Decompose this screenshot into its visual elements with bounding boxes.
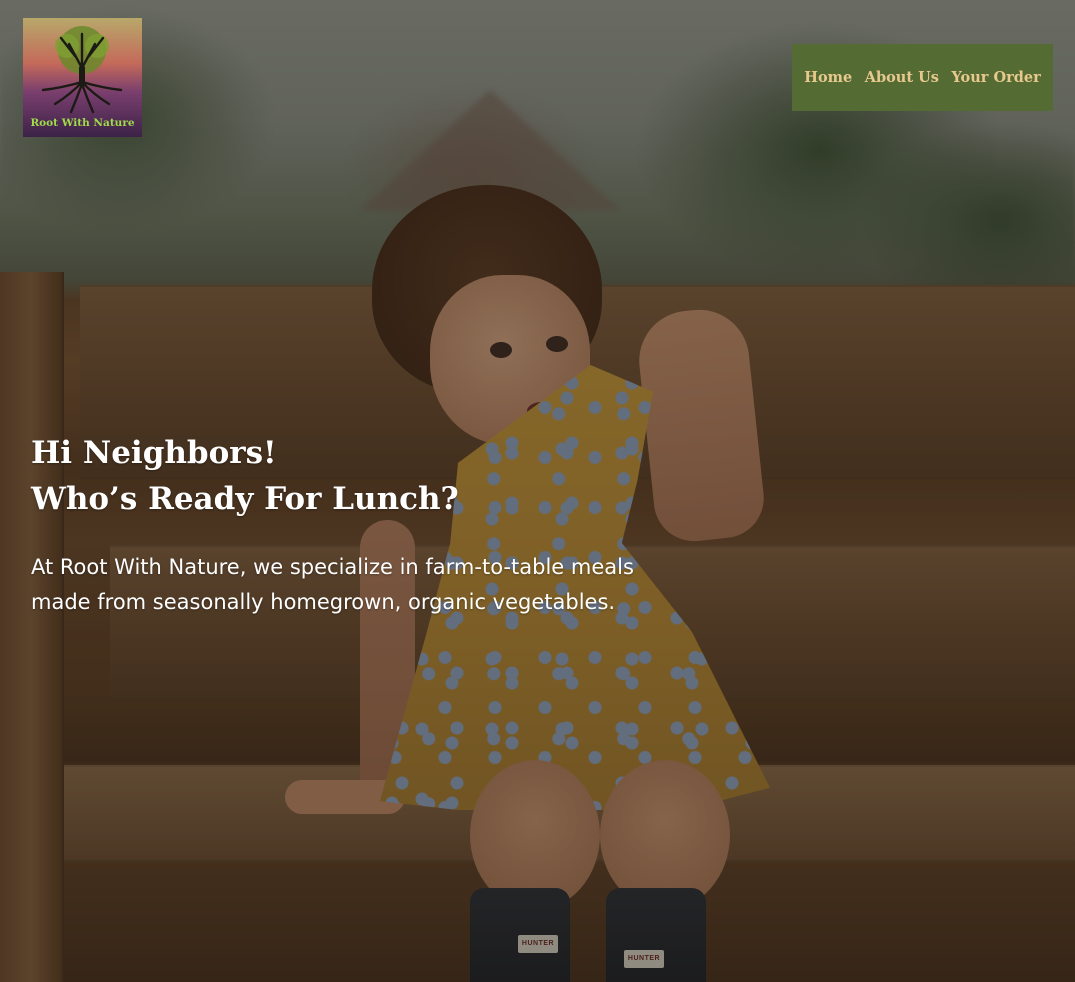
tree-roots-icon [41,26,123,114]
site-logo[interactable]: Root With Nature [23,18,142,137]
hero-headline: Hi Neighbors! Who’s Ready For Lunch? [31,430,671,522]
nav-home-link[interactable]: Home [804,69,852,86]
hero-section: HUNTER HUNTER Root With Nature Home Abou… [0,0,1075,982]
hero-headline-line1: Hi Neighbors! [31,435,277,471]
hero-tagline: At Root With Nature, we specialize in fa… [31,555,634,614]
logo-text: Root With Nature [30,117,135,129]
nav-your-order-link[interactable]: Your Order [951,69,1040,86]
nav-about-us-link[interactable]: About Us [865,69,939,86]
main-nav: Home About Us Your Order [792,44,1053,111]
hero-headline-line2: Who’s Ready For Lunch? [31,481,459,517]
